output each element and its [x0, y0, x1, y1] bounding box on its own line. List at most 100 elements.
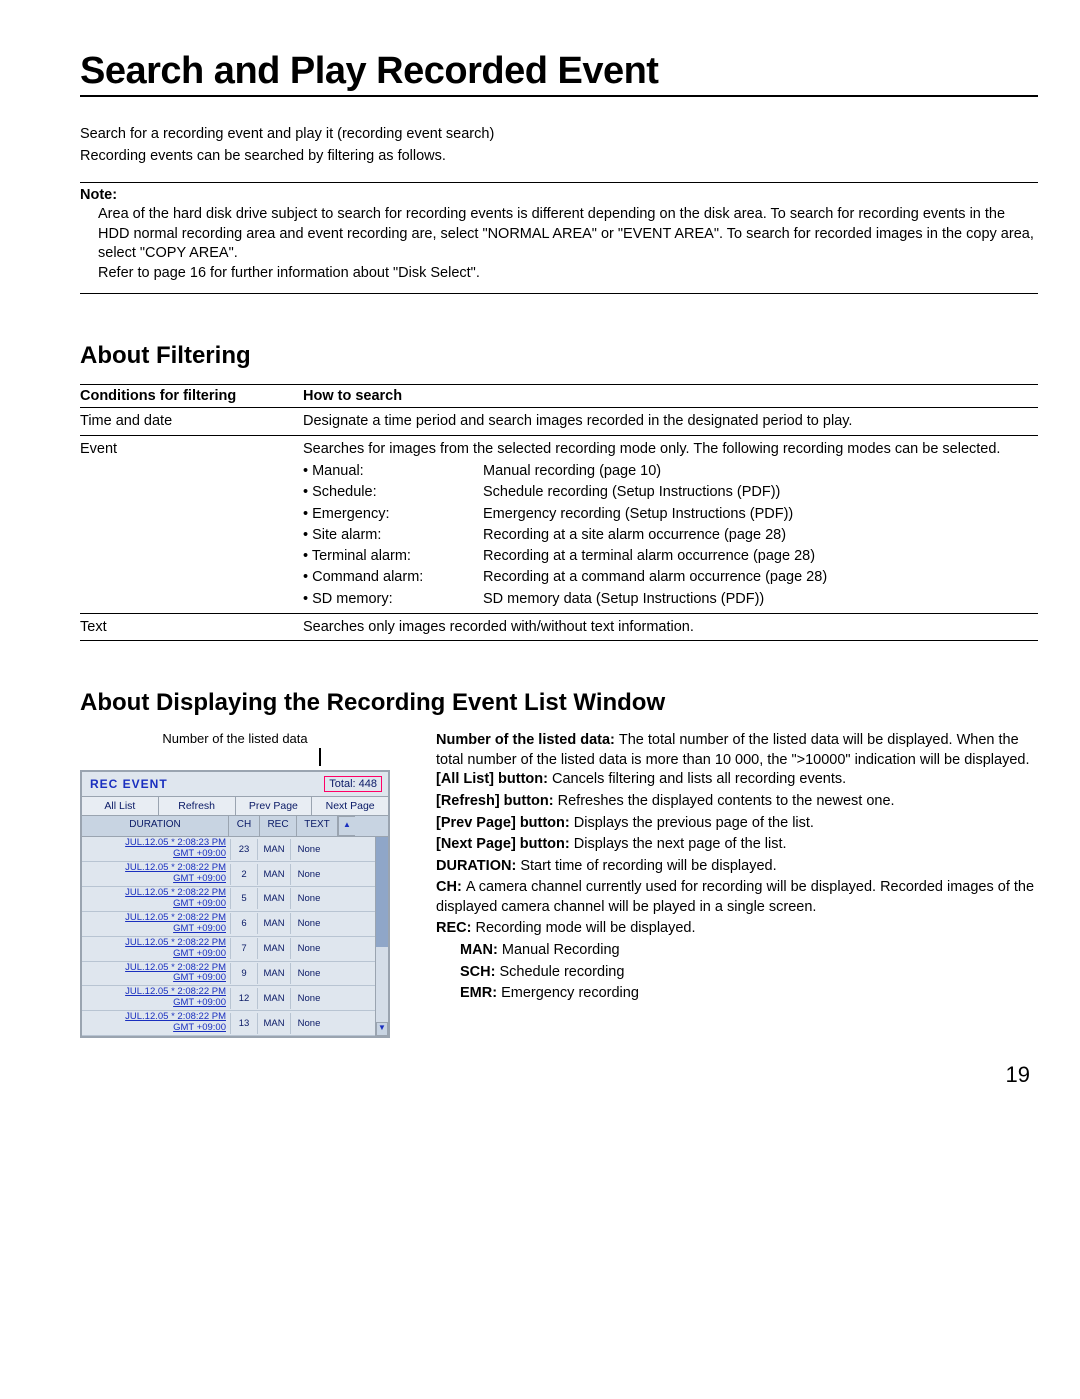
section-about-window: About Displaying the Recording Event Lis…: [80, 689, 1038, 717]
scrollbar[interactable]: ▼: [375, 837, 388, 1036]
callout-caption: Number of the listed data: [80, 731, 390, 746]
desc-refresh-text: Refreshes the displayed contents to the …: [558, 793, 895, 809]
filter-th-conditions: Conditions for filtering: [80, 385, 303, 408]
table-row[interactable]: JUL.12.05 * 2:08:22 PMGMT +09:0013MANNon…: [82, 1011, 375, 1036]
descriptions: Number of the listed data: The total num…: [436, 731, 1038, 1005]
note-bottom-rule: [80, 293, 1038, 294]
title-rule: [80, 95, 1038, 97]
filtering-table: Conditions for filtering How to search T…: [80, 384, 1038, 641]
desc-emr-label: EMR:: [460, 985, 501, 1001]
table-row[interactable]: JUL.12.05 * 2:08:22 PMGMT +09:007MANNone: [82, 937, 375, 962]
col-text: TEXT: [297, 816, 338, 836]
bullet-commandalarm: • Command alarm:: [303, 567, 443, 587]
cell-ch: 6: [230, 913, 257, 934]
next-page-button[interactable]: Next Page: [312, 797, 388, 815]
bullet-schedule: • Schedule:: [303, 482, 443, 502]
cell-text: None: [290, 988, 327, 1009]
cell-ch: 2: [230, 864, 257, 885]
table-row[interactable]: JUL.12.05 * 2:08:22 PMGMT +09:005MANNone: [82, 887, 375, 912]
table-row[interactable]: JUL.12.05 * 2:08:23 PMGMT +09:0023MANNon…: [82, 837, 375, 862]
bullet-terminalalarm: • Terminal alarm:: [303, 546, 443, 566]
rec-event-total: Total: 448: [324, 776, 382, 792]
callout-line: [319, 748, 321, 766]
cell-rec: MAN: [257, 963, 290, 984]
desc-duration-text: Start time of recording will be displaye…: [520, 858, 776, 874]
cell-text: None: [290, 888, 327, 909]
cell-text: None: [290, 938, 327, 959]
filter-row1-val: Designate a time period and search image…: [303, 408, 1038, 435]
cell-rec: MAN: [257, 888, 290, 909]
cell-ch: 13: [230, 1013, 257, 1034]
desc-sch-label: SCH:: [460, 964, 499, 980]
desc-terminalalarm: Recording at a terminal alarm occurrence…: [483, 546, 827, 566]
page-title: Search and Play Recorded Event: [80, 50, 1038, 93]
col-duration: DURATION: [82, 816, 229, 836]
note-block: Note: Area of the hard disk drive subjec…: [80, 187, 1038, 289]
table-row[interactable]: JUL.12.05 * 2:08:22 PMGMT +09:002MANNone: [82, 862, 375, 887]
desc-prev-text: Displays the previous page of the list.: [574, 815, 814, 831]
intro-line-2: Recording events can be searched by filt…: [80, 147, 1038, 167]
cell-text: None: [290, 864, 327, 885]
desc-rec-label: REC:: [436, 920, 475, 936]
filter-th-howto: How to search: [303, 385, 1038, 408]
cell-text: None: [290, 839, 327, 860]
desc-next-text: Displays the next page of the list.: [574, 836, 787, 852]
desc-ch-text: A camera channel currently used for reco…: [436, 879, 1034, 915]
page-number: 19: [80, 1062, 1038, 1088]
bullet-manual: • Manual:: [303, 461, 443, 481]
all-list-button[interactable]: All List: [82, 797, 159, 815]
cell-ch: 23: [230, 839, 257, 860]
cell-duration[interactable]: JUL.12.05 * 2:08:22 PMGMT +09:00: [82, 937, 230, 961]
cell-rec: MAN: [257, 864, 290, 885]
desc-rec-text: Recording mode will be displayed.: [475, 920, 695, 936]
desc-duration-label: DURATION:: [436, 858, 520, 874]
rec-event-window: REC EVENT Total: 448 All List Refresh Pr…: [80, 770, 390, 1038]
cell-duration[interactable]: JUL.12.05 * 2:08:22 PMGMT +09:00: [82, 986, 230, 1010]
cell-ch: 9: [230, 963, 257, 984]
col-ch: CH: [229, 816, 260, 836]
scroll-up-icon[interactable]: ▲: [338, 816, 355, 836]
bullet-emergency: • Emergency:: [303, 504, 443, 524]
cell-duration[interactable]: JUL.12.05 * 2:08:22 PMGMT +09:00: [82, 887, 230, 911]
refresh-button[interactable]: Refresh: [159, 797, 236, 815]
desc-sch-text: Schedule recording: [499, 964, 624, 980]
table-row[interactable]: JUL.12.05 * 2:08:22 PMGMT +09:006MANNone: [82, 912, 375, 937]
cell-rec: MAN: [257, 1013, 290, 1034]
cell-duration[interactable]: JUL.12.05 * 2:08:22 PMGMT +09:00: [82, 912, 230, 936]
filter-row2-key: Event: [80, 435, 303, 613]
cell-text: None: [290, 913, 327, 934]
intro-block: Search for a recording event and play it…: [80, 125, 1038, 166]
cell-duration[interactable]: JUL.12.05 * 2:08:22 PMGMT +09:00: [82, 1011, 230, 1035]
table-row[interactable]: JUL.12.05 * 2:08:22 PMGMT +09:0012MANNon…: [82, 986, 375, 1011]
cell-duration[interactable]: JUL.12.05 * 2:08:22 PMGMT +09:00: [82, 862, 230, 886]
bullet-sitealarm: • Site alarm:: [303, 525, 443, 545]
desc-emergency: Emergency recording (Setup Instructions …: [483, 504, 827, 524]
scroll-down-icon[interactable]: ▼: [376, 1022, 388, 1036]
section-about-filtering: About Filtering: [80, 342, 1038, 370]
cell-ch: 7: [230, 938, 257, 959]
table-row[interactable]: JUL.12.05 * 2:08:22 PMGMT +09:009MANNone: [82, 962, 375, 987]
rec-event-title: REC EVENT: [90, 777, 168, 791]
desc-schedule: Schedule recording (Setup Instructions (…: [483, 482, 827, 502]
cell-text: None: [290, 963, 327, 984]
desc-sitealarm: Recording at a site alarm occurrence (pa…: [483, 525, 827, 545]
cell-duration[interactable]: JUL.12.05 * 2:08:22 PMGMT +09:00: [82, 962, 230, 986]
desc-next-label: [Next Page] button:: [436, 836, 574, 852]
rec-rows: JUL.12.05 * 2:08:23 PMGMT +09:0023MANNon…: [82, 837, 375, 1036]
scroll-thumb[interactable]: [376, 837, 388, 946]
filter-row3-val: Searches only images recorded with/witho…: [303, 614, 1038, 641]
desc-emr-text: Emergency recording: [501, 985, 639, 1001]
cell-duration[interactable]: JUL.12.05 * 2:08:23 PMGMT +09:00: [82, 837, 230, 861]
cell-rec: MAN: [257, 913, 290, 934]
desc-number-label: Number of the listed data:: [436, 732, 619, 748]
desc-refresh-label: [Refresh] button:: [436, 793, 558, 809]
desc-manual: Manual recording (page 10): [483, 461, 827, 481]
col-rec: REC: [260, 816, 297, 836]
note-top-rule: [80, 182, 1038, 183]
desc-commandalarm: Recording at a command alarm occurrence …: [483, 567, 827, 587]
cell-ch: 12: [230, 988, 257, 1009]
filter-row2-intro: Searches for images from the selected re…: [303, 441, 1000, 457]
note-body-2: Refer to page 16 for further information…: [98, 264, 1038, 284]
prev-page-button[interactable]: Prev Page: [236, 797, 313, 815]
desc-prev-label: [Prev Page] button:: [436, 815, 574, 831]
